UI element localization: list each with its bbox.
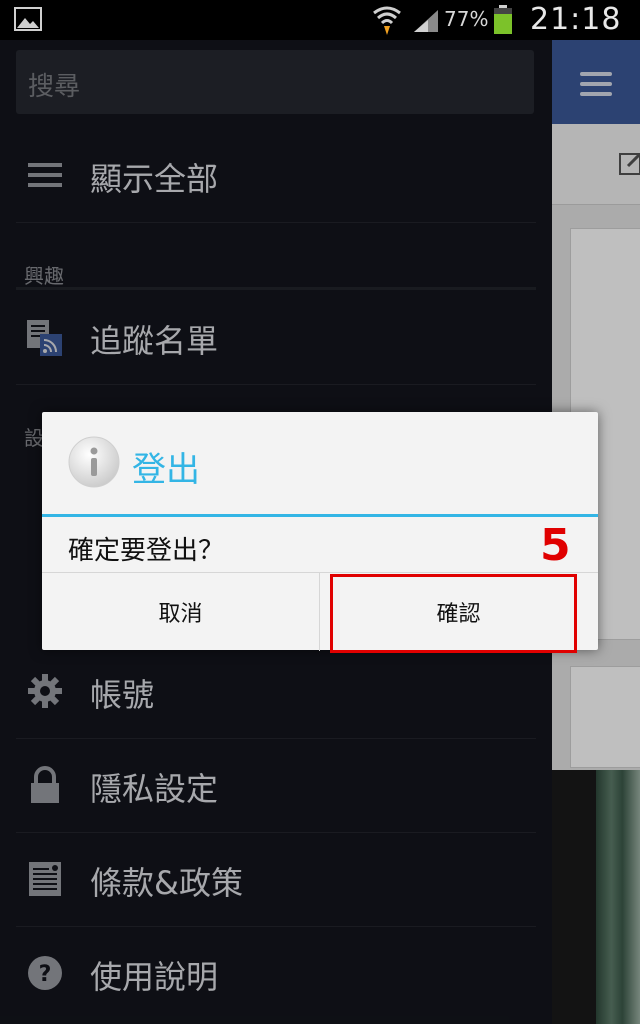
wifi-icon xyxy=(373,6,401,35)
cancel-button[interactable]: 取消 xyxy=(42,573,320,651)
logout-dialog: 登出 確定要登出？ 5 取消 確認 xyxy=(42,412,598,653)
gallery-icon xyxy=(14,7,42,31)
highlight-box xyxy=(330,574,577,653)
step-annotation: 5 xyxy=(540,520,571,571)
dialog-message: 確定要登出？ xyxy=(68,536,225,566)
info-icon xyxy=(68,436,120,488)
clock: 21:18 xyxy=(530,2,622,37)
status-bar: 77% 21:18 xyxy=(0,0,640,40)
dialog-title: 登出 xyxy=(132,450,200,490)
title-divider xyxy=(42,514,598,517)
signal-icon xyxy=(414,10,438,32)
battery-icon xyxy=(494,5,512,34)
battery-percent: 77% xyxy=(444,7,489,31)
